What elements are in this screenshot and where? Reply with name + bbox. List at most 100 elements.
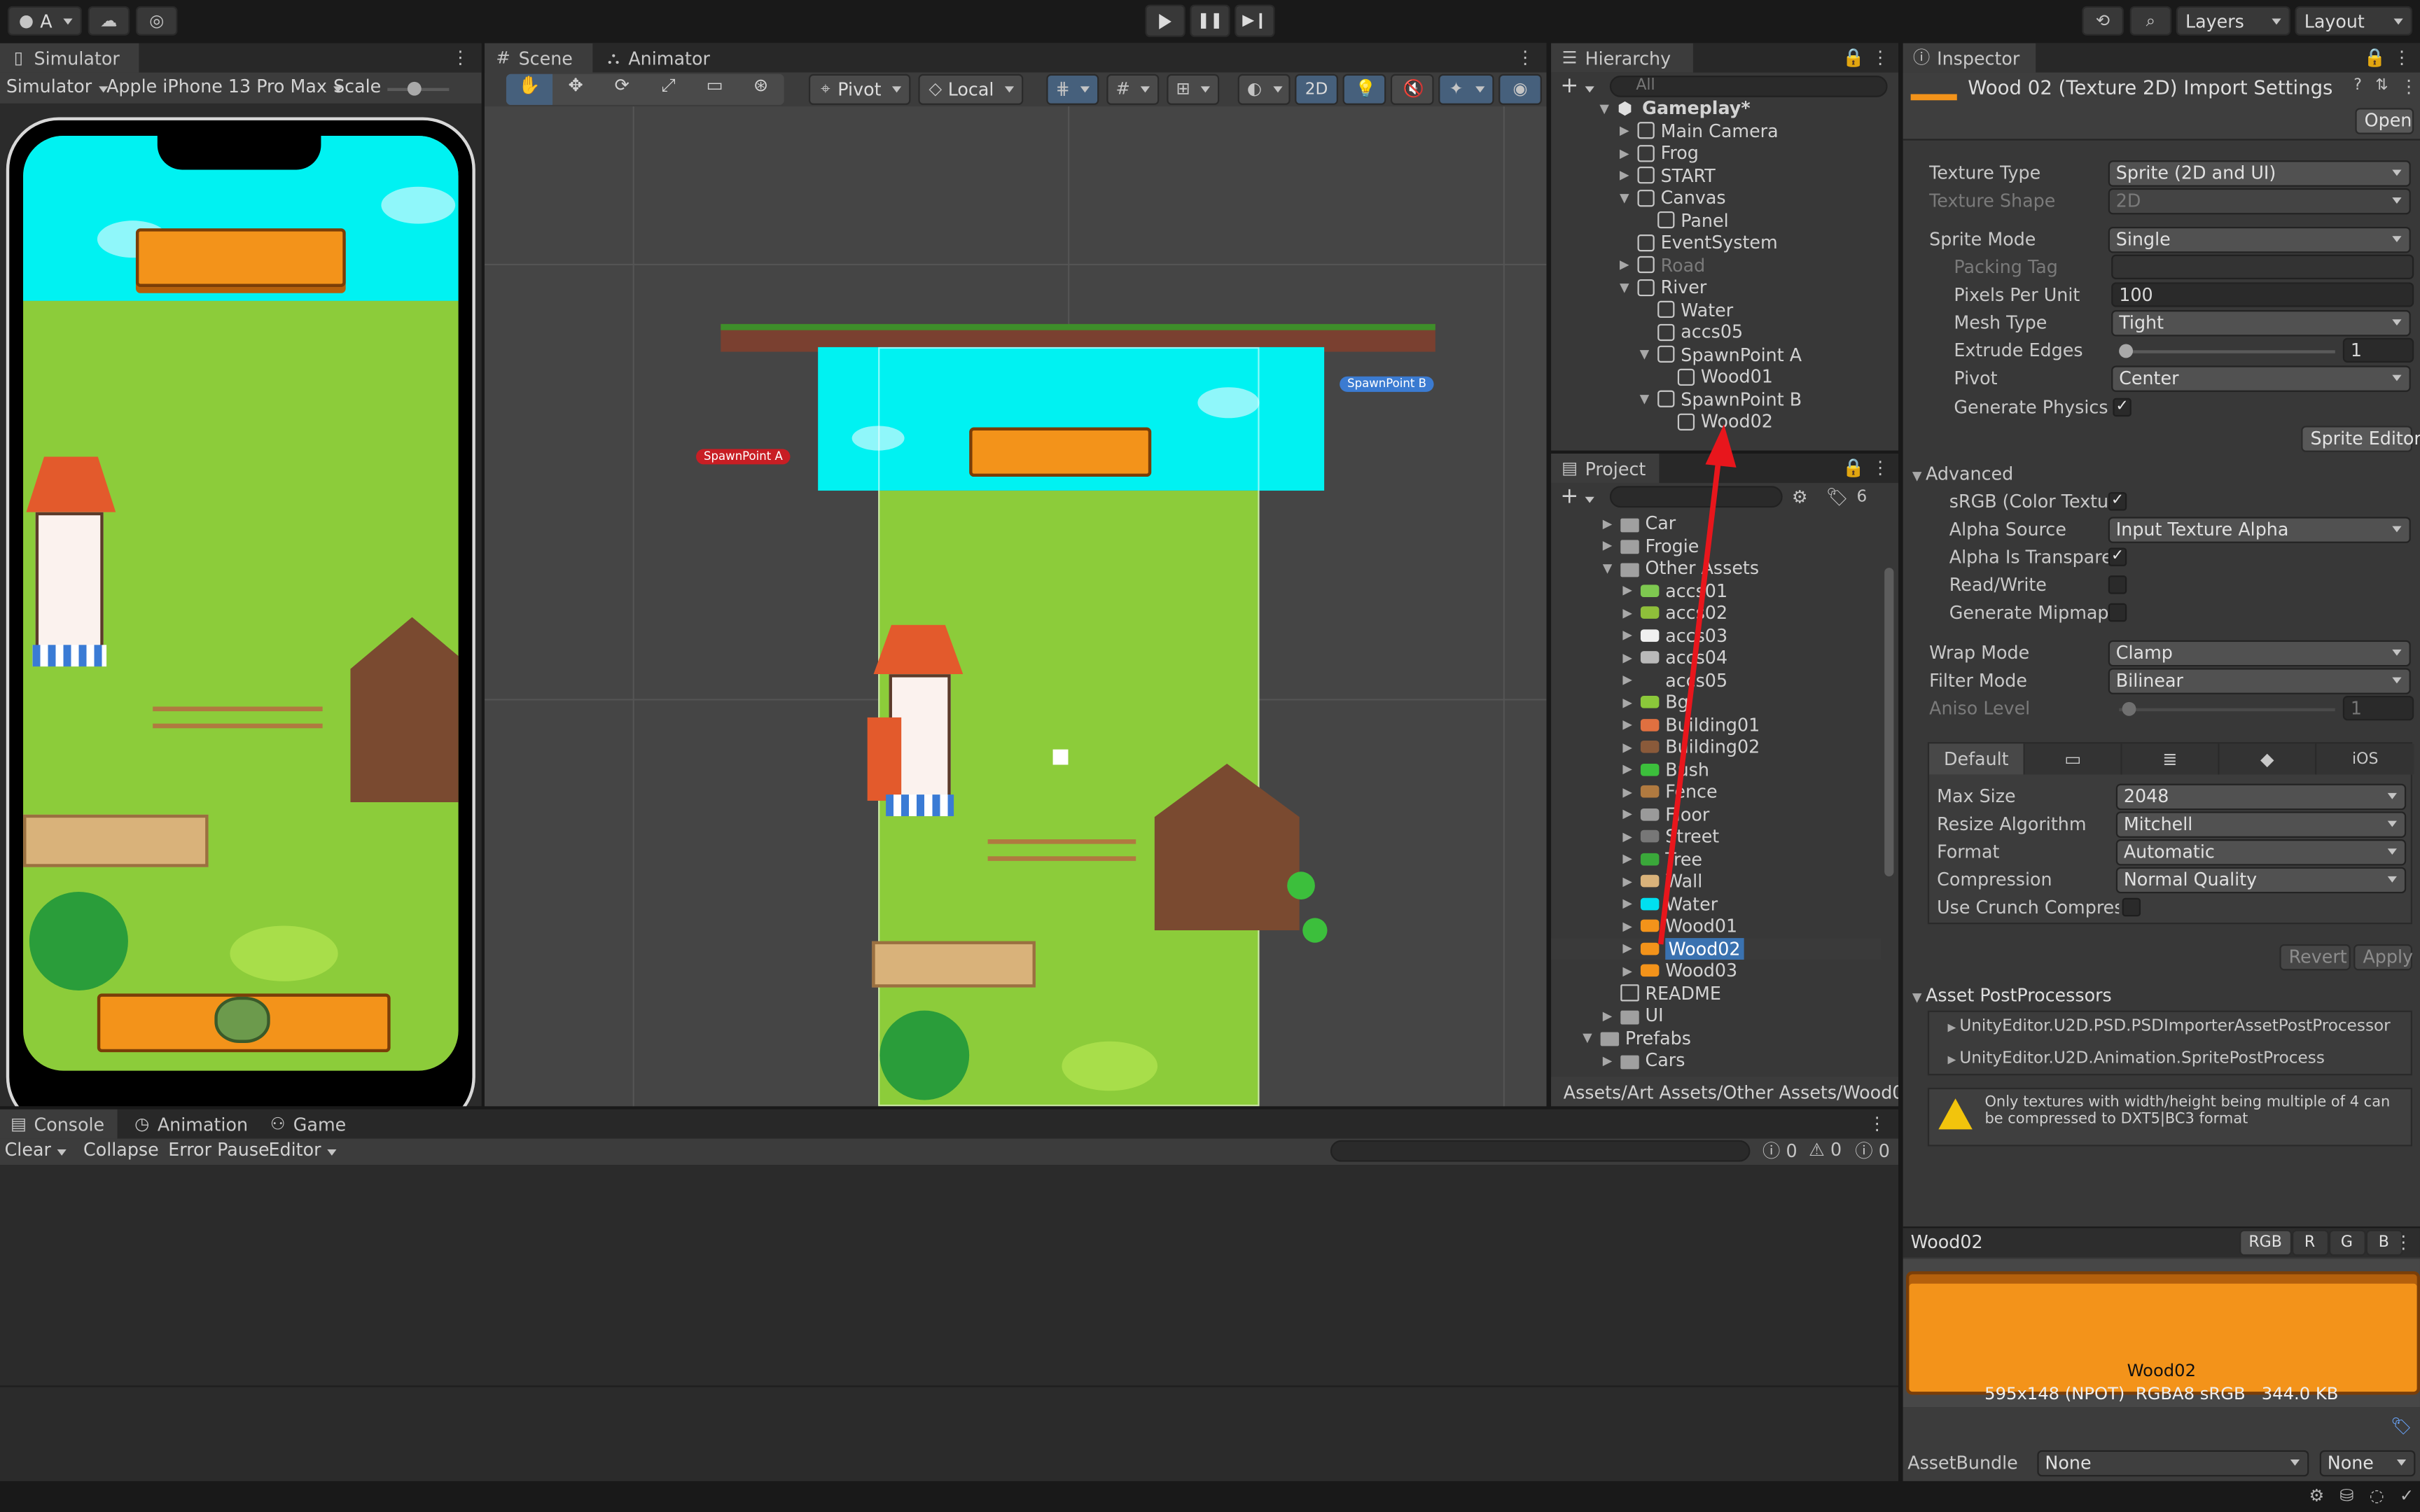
project-item[interactable]: ▶ Street (1620, 825, 1719, 848)
wrap-mode-select[interactable]: Clamp (2108, 640, 2411, 667)
foldout-arrow-icon[interactable]: ▼ (1638, 347, 1652, 361)
inspector-lock-icon[interactable]: 🔒 (2364, 46, 2386, 68)
project-item[interactable]: ▶ Tree (1620, 848, 1702, 870)
hierarchy-add-button[interactable]: + (1560, 74, 1594, 99)
editor-target-dropdown[interactable]: Editor (269, 1139, 337, 1161)
project-item[interactable]: ▼ Prefabs (1580, 1027, 1691, 1049)
alpha-source-select[interactable]: Input Texture Alpha (2108, 517, 2411, 543)
inspector-menu-icon[interactable]: ⋮ (2393, 46, 2410, 68)
foldout-arrow-icon[interactable]: ▶ (1620, 897, 1634, 911)
project-item[interactable]: ▶ Bush (1620, 758, 1709, 780)
foldout-arrow-icon[interactable]: ▶ (1620, 718, 1634, 732)
postprocessor-item[interactable]: ▶ UnityEditor.U2D.PSD.PSDImporterAssetPo… (1948, 1016, 2391, 1035)
debug-icon[interactable]: ⚙ (2309, 1486, 2324, 1506)
hierarchy-item[interactable]: ▼ SpawnPoint B (1638, 388, 1802, 410)
foldout-arrow-icon[interactable]: ▶ (1620, 941, 1634, 955)
check-icon[interactable]: ✓ (2400, 1486, 2414, 1506)
project-item[interactable]: ▶ Car (1601, 512, 1676, 535)
foldout-arrow-icon[interactable]: ▶ (1620, 807, 1634, 821)
tab-animator[interactable]: ⛬ Animator (596, 43, 719, 73)
foldout-arrow-icon[interactable]: ▼ (1618, 191, 1632, 205)
device-dropdown[interactable]: Apple iPhone 13 Pro Max (106, 76, 342, 97)
foldout-arrow-icon[interactable]: ▶ (1620, 919, 1634, 933)
crunch-checkbox[interactable] (2122, 897, 2141, 917)
platform-tab-default[interactable]: Default (1929, 743, 2025, 775)
pause-button[interactable]: ❚❚ (1190, 4, 1230, 37)
scene-camera-gizmo-icon[interactable]: ■ (1051, 746, 1082, 769)
hierarchy-lock-icon[interactable]: 🔒 (1842, 46, 1865, 68)
hidden-objects-button[interactable]: ◉ (1498, 74, 1542, 105)
project-item[interactable]: ▶ Building02 (1620, 736, 1760, 758)
local-dropdown[interactable]: ◇ Local (918, 74, 1024, 105)
project-lock-icon[interactable]: 🔒 (1842, 456, 1865, 478)
project-item[interactable]: ▶ accs04 (1620, 647, 1727, 669)
console-detail-area[interactable] (0, 1385, 1899, 1481)
project-item[interactable]: ▶ Building01 (1620, 713, 1760, 736)
srgb-checkbox[interactable]: ✓ (2108, 492, 2127, 511)
foldout-arrow-icon[interactable]: ▶ (1620, 830, 1634, 844)
project-item[interactable]: ▶ Wall (1620, 870, 1702, 892)
foldout-arrow-icon[interactable]: ▼ (1597, 102, 1611, 115)
lighting-button[interactable]: 💡 (1342, 74, 1386, 105)
max-size-select[interactable]: 2048 (2115, 783, 2407, 811)
project-scrollbar[interactable] (1884, 568, 1894, 876)
search-button[interactable]: ⌕ (2129, 6, 2172, 36)
increment-snap-dropdown[interactable]: ⊞ (1167, 74, 1220, 105)
resize-algorithm-select[interactable]: Mitchell (2115, 811, 2407, 838)
collapse-button[interactable]: Collapse (83, 1139, 159, 1161)
tab-hierarchy[interactable]: ☰ Hierarchy (1551, 43, 1693, 73)
play-button[interactable] (1145, 4, 1185, 37)
extrude-edges-input[interactable]: 1 (2342, 337, 2414, 363)
assetbundle-select[interactable]: None (2037, 1450, 2309, 1477)
hierarchy-search-input[interactable]: All (1609, 75, 1888, 97)
ppu-input[interactable]: 100 (2111, 282, 2414, 307)
tab-inspector[interactable]: ⓘ Inspector (1903, 43, 2036, 73)
foldout-arrow-icon[interactable]: ▶ (1620, 740, 1634, 754)
advanced-foldout[interactable]: ▼ Advanced (1912, 463, 2013, 484)
extrude-edges-slider[interactable] (2119, 350, 2335, 354)
hierarchy-item[interactable]: ▼ ⬢ Gameplay* (1597, 97, 1750, 120)
foldout-arrow-icon[interactable]: ▶ (1620, 874, 1634, 888)
grid-dropdown[interactable]: # (1106, 74, 1160, 105)
foldout-arrow-icon[interactable]: ▶ (1620, 584, 1634, 598)
packing-tag-input[interactable] (2111, 254, 2414, 279)
hierarchy-item[interactable]: Water (1638, 298, 1733, 321)
foldout-arrow-icon[interactable]: ▼ (1601, 561, 1615, 575)
channel-r-button[interactable]: R (2291, 1229, 2328, 1256)
foldout-arrow-icon[interactable]: ▶ (1620, 651, 1634, 665)
layout-dropdown[interactable]: Layout (2295, 6, 2412, 36)
project-menu-icon[interactable]: ⋮ (1871, 456, 1889, 478)
channel-g-button[interactable]: G (2328, 1229, 2365, 1256)
undo-history-button[interactable]: ⟲ (2082, 6, 2124, 36)
simulator-mode-dropdown[interactable]: Simulator (6, 76, 107, 97)
project-item[interactable]: ▶ accs05 (1620, 668, 1727, 691)
assetbundle-variant-select[interactable]: None (2319, 1450, 2416, 1477)
hierarchy-item[interactable]: ▶ START (1618, 164, 1716, 187)
platform-tab-server[interactable]: ≣ (2122, 743, 2220, 775)
texture-type-select[interactable]: Sprite (2D and UI) (2108, 160, 2411, 187)
project-item[interactable]: ▶ Wood03 (1620, 960, 1737, 982)
scale-tool-icon[interactable]: ⤢ (645, 74, 691, 105)
project-item[interactable]: ▶ Wood02 (1551, 937, 1882, 960)
foldout-arrow-icon[interactable]: ▶ (1620, 964, 1634, 978)
sprite-mode-select[interactable]: Single (2108, 226, 2411, 253)
toggle-2d-button[interactable]: 2D (1295, 74, 1338, 105)
project-hidden-count[interactable]: 6 (1857, 487, 1868, 505)
project-item[interactable]: ▶ accs03 (1620, 624, 1727, 647)
audio-button[interactable]: 🔇 (1390, 74, 1434, 105)
scale-slider-knob[interactable] (407, 81, 422, 96)
read-write-checkbox[interactable] (2108, 575, 2127, 594)
revert-button[interactable]: Revert (2279, 944, 2351, 971)
hierarchy-menu-icon[interactable]: ⋮ (1871, 46, 1889, 68)
hierarchy-item[interactable]: ▶ Frog (1618, 142, 1699, 164)
foldout-arrow-icon[interactable]: ▼ (1638, 392, 1652, 406)
project-item[interactable]: ▶ Frogie (1601, 535, 1699, 557)
channel-rgb-button[interactable]: RGB (2239, 1229, 2292, 1256)
help-icon[interactable]: ? (2353, 77, 2362, 94)
error-count[interactable]: ⓘ 0 (1855, 1139, 1890, 1163)
progress-icon[interactable]: ◌ (2370, 1486, 2384, 1506)
project-item[interactable]: ▶ accs01 (1620, 580, 1727, 602)
scene-menu-icon[interactable]: ⋮ (1517, 46, 1534, 68)
clear-button[interactable]: Clear (5, 1139, 67, 1161)
hierarchy-item[interactable]: Wood01 (1657, 365, 1773, 388)
